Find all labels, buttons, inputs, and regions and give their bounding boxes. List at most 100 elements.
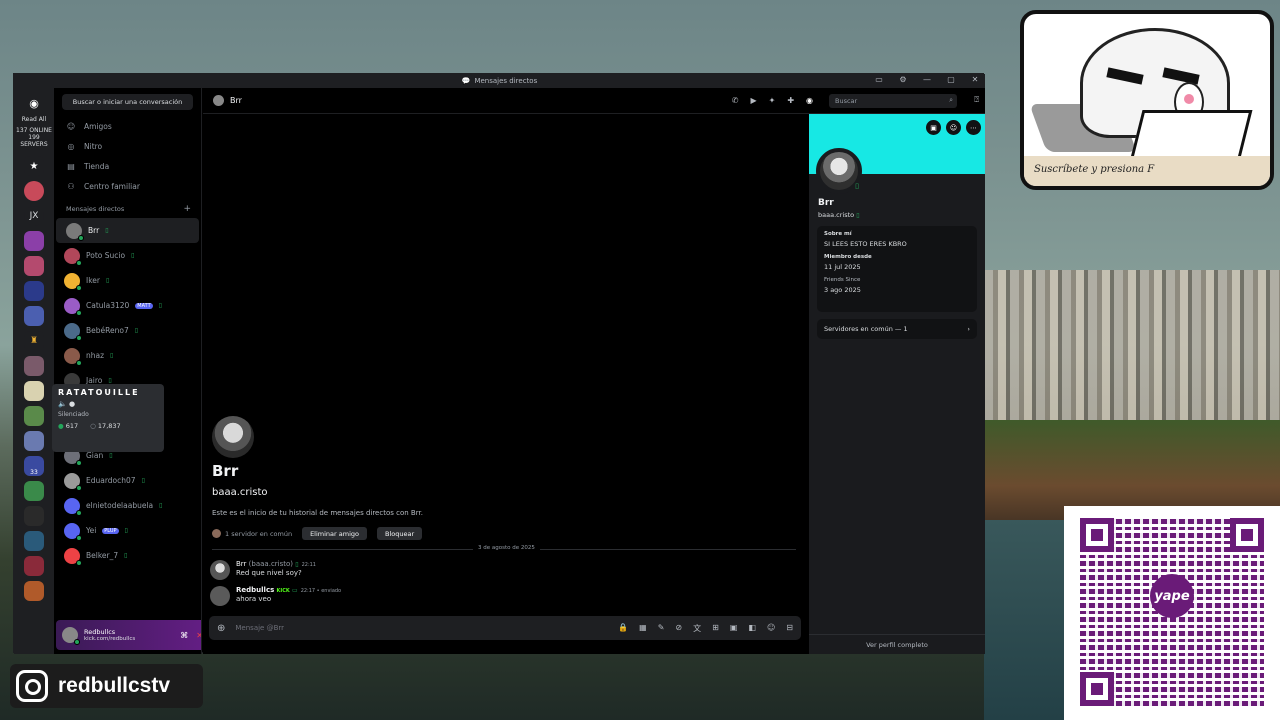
gamepad-icon[interactable]: ⌘ <box>180 631 188 640</box>
dm-item[interactable]: Yei PLUP ▯ <box>54 518 201 543</box>
crossed-icon[interactable]: ⊘ <box>675 623 682 634</box>
server-icon[interactable] <box>24 556 44 576</box>
dm-header-label: Mensajes directos <box>66 205 125 213</box>
mutual-servers-row[interactable]: Servidores en común — 1 › <box>817 319 977 339</box>
profile-toggle-icon[interactable]: ◉ <box>806 96 813 105</box>
server-icon[interactable] <box>24 531 44 551</box>
server-icon[interactable] <box>24 431 44 451</box>
nav-label: Centro familiar <box>84 181 140 191</box>
server-jx[interactable]: JX <box>24 206 44 226</box>
server-icon[interactable]: ♜ <box>24 331 44 351</box>
dm-name: Belker_7 <box>86 551 119 560</box>
pin-icon[interactable]: ✦ <box>769 96 776 105</box>
discord-window: 💬 Mensajes directos ▭ ⚙ — ▢ ✕ ◉ Read All… <box>13 73 985 654</box>
server-icon[interactable] <box>24 306 44 326</box>
server-icon[interactable] <box>24 506 44 526</box>
view-full-profile-button[interactable]: Ver perfil completo <box>809 634 985 654</box>
server-icon[interactable] <box>24 256 44 276</box>
mobile-icon: ▯ <box>295 561 299 568</box>
dm-item[interactable]: Brr ▯ <box>56 218 199 243</box>
dm-item[interactable]: Poto Sucio ▯ <box>54 243 201 268</box>
message-author[interactable]: Brr <box>236 560 246 568</box>
nav-family-center[interactable]: ⚇ Centro familiar <box>54 176 201 196</box>
mute-icon[interactable]: ✎ <box>658 623 665 634</box>
channel-name[interactable]: Brr <box>230 96 242 105</box>
add-friends-icon[interactable]: ✚ <box>787 96 794 105</box>
cat-eye <box>1106 67 1144 85</box>
video-icon[interactable]: ▶ <box>750 96 756 105</box>
dm-item[interactable]: nhaz ▯ <box>54 343 201 368</box>
keyboard-drawing <box>1129 110 1253 162</box>
sticker-icon[interactable]: ◧ <box>748 623 756 634</box>
emoji-icon[interactable]: ☺ <box>767 623 775 634</box>
server-icon[interactable] <box>24 406 44 426</box>
dm-item[interactable]: Catula3120 MATT ▯ <box>54 293 201 318</box>
server-icon[interactable] <box>24 381 44 401</box>
server-icon[interactable] <box>24 356 44 376</box>
more-options-icon[interactable]: ⋯ <box>966 120 981 135</box>
message-text: Red que nivel soy? <box>236 569 302 577</box>
dm-item[interactable]: elnietodelaabuela ▯ <box>54 493 201 518</box>
apps-icon[interactable]: ⊟ <box>786 623 793 634</box>
dm-item[interactable]: BebéReno7 ▯ <box>54 318 201 343</box>
intro-name: Brr <box>212 462 239 480</box>
message-composer[interactable]: ⊕ Mensaje @Brr 🔒 ▦ ✎ ⊘ 文 ⊞ ▣ ◧ ☺ ⊟ <box>209 616 801 640</box>
friend-icon[interactable]: ☺ <box>946 120 961 135</box>
gift-icon[interactable]: ⊞ <box>712 623 719 634</box>
status-dot <box>76 309 82 316</box>
dm-name: Poto Sucio <box>86 251 126 260</box>
user-avatar[interactable] <box>62 627 80 645</box>
mobile-icon: ▯ <box>105 227 109 234</box>
find-conversation-button[interactable]: Buscar o iniciar una conversación <box>62 94 193 110</box>
dm-item[interactable]: Iker ▯ <box>54 268 201 293</box>
read-all-button[interactable]: Read All <box>14 116 54 123</box>
nav-nitro[interactable]: ◎ Nitro <box>54 136 201 156</box>
minimize-button[interactable]: — <box>921 75 933 84</box>
lock-icon[interactable]: 🔒 <box>618 623 628 634</box>
server-folder[interactable]: 33 <box>24 456 44 476</box>
invite-icon[interactable]: ▣ <box>926 120 941 135</box>
add-attachment-icon[interactable]: ⊕ <box>217 623 225 634</box>
dm-badge: MATT <box>135 302 153 309</box>
message-avatar[interactable] <box>210 560 230 580</box>
status-dot <box>76 359 82 366</box>
phone-icon[interactable]: ✆ <box>732 96 739 105</box>
window-title: Mensajes directos <box>474 77 538 85</box>
gif-icon[interactable]: ▣ <box>730 623 738 634</box>
server-icon[interactable] <box>24 281 44 301</box>
dm-item[interactable]: Belker_7 ▯ <box>54 543 201 568</box>
message-author[interactable]: Redbullcs <box>236 586 274 594</box>
dm-item[interactable]: Eduardoch07 ▯ <box>54 468 201 493</box>
help-icon[interactable]: ⍰ <box>974 95 979 105</box>
profile-username-row: baaa.cristo ▯ <box>818 211 860 219</box>
server-icon[interactable] <box>24 231 44 251</box>
profile-avatar[interactable]: ▯ <box>816 148 862 194</box>
dm-name: nhaz <box>86 351 105 360</box>
server-icon[interactable] <box>24 181 44 201</box>
nav-label: Nitro <box>84 141 103 151</box>
translate-icon[interactable]: 文 <box>693 623 701 634</box>
dm-name: Yei <box>86 526 97 535</box>
nav-friends[interactable]: ☺ Amigos <box>54 116 201 136</box>
settings-icon[interactable]: ⚙ <box>897 75 909 84</box>
calendar-icon[interactable]: ▦ <box>639 623 647 634</box>
mutual-server-avatar <box>212 529 221 538</box>
block-button[interactable]: Bloquear <box>376 527 423 540</box>
speaker-icon: 🔈 ● <box>58 400 76 408</box>
create-dm-plus-icon[interactable]: + <box>183 204 191 214</box>
search-input[interactable]: Buscar ⌕ <box>829 94 957 108</box>
server-icon[interactable] <box>24 481 44 501</box>
mutual-servers-link[interactable]: 1 servidor en común <box>225 530 292 538</box>
mic-muted-icon[interactable]: ✕ <box>196 631 201 640</box>
mobile-icon: ▯ <box>109 452 113 459</box>
inbox-icon[interactable]: ▭ <box>873 75 885 84</box>
about-value: SI LEES ESTO ERES KBRO <box>824 240 907 248</box>
discord-logo-icon[interactable]: ◉ <box>22 94 46 112</box>
remove-friend-button[interactable]: Eliminar amigo <box>302 527 367 540</box>
server-icon[interactable] <box>24 581 44 601</box>
close-button[interactable]: ✕ <box>969 75 981 84</box>
favorites-star-icon[interactable]: ★ <box>24 156 44 176</box>
nav-shop[interactable]: ▤ Tienda <box>54 156 201 176</box>
maximize-button[interactable]: ▢ <box>945 75 957 84</box>
message-avatar[interactable] <box>210 586 230 606</box>
